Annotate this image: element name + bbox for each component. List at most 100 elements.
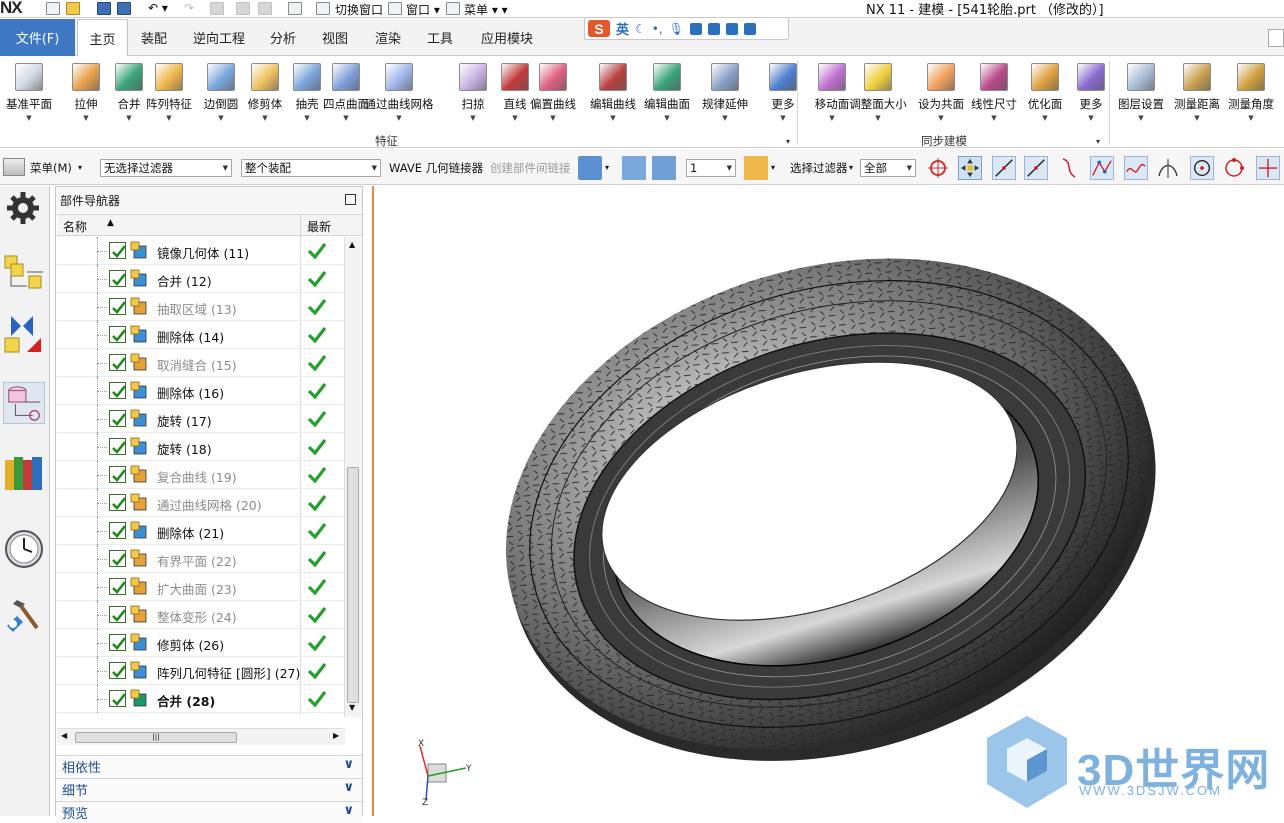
tire-model[interactable] — [374, 186, 1284, 816]
selection-filter-dropdown[interactable]: 选择过滤器 — [790, 160, 848, 176]
tangent-icon[interactable] — [1156, 156, 1180, 180]
chevron-down-icon[interactable]: ▼ — [218, 114, 223, 122]
ribbon-button-edit-surface[interactable]: 编辑曲面 ▼ — [637, 59, 697, 122]
scope-select[interactable]: 整个装配 ▼ — [241, 159, 381, 177]
ribbon-button-through-curve-mesh[interactable]: 通过曲线网格 ▼ — [365, 59, 434, 122]
tree-row[interactable]: 阵列几何特征 [圆形] (27) — [57, 657, 345, 685]
chevron-down-icon[interactable]: ▼ — [938, 114, 943, 122]
ribbon-button-offset-curve[interactable]: 偏置曲线 ▼ — [523, 59, 583, 122]
chevron-down-icon[interactable]: ▾ — [771, 163, 775, 172]
ribbon-button-pattern-feature[interactable]: 阵列特征 ▼ — [139, 59, 199, 122]
ribbon-button-datum-plane[interactable]: 基准平面 ▼ — [0, 59, 59, 122]
tree-row[interactable]: 整体变形 (24) — [57, 601, 345, 629]
chevron-down-icon[interactable]: ▼ — [343, 114, 348, 122]
visibility-checkbox[interactable] — [109, 634, 127, 651]
tree-row[interactable]: 取消缝合 (15) — [57, 349, 345, 377]
menu-dropdown[interactable]: 菜单 ▾ ▾ — [464, 1, 508, 18]
moon-icon[interactable]: ☾ — [635, 22, 646, 36]
visibility-checkbox[interactable] — [109, 354, 127, 371]
column-divider[interactable] — [300, 215, 301, 237]
chevron-down-icon[interactable]: ▼ — [262, 114, 267, 122]
count-select[interactable]: 1 ▼ — [686, 159, 736, 177]
select-all-icon[interactable] — [958, 156, 982, 180]
chevron-down-icon[interactable]: ▼ — [664, 114, 669, 122]
ribbon-button-edit-curve[interactable]: 编辑曲线 ▼ — [583, 59, 643, 122]
ribbon-button-four-point-surface[interactable]: 四点曲面 ▼ — [316, 59, 376, 122]
chevron-down-icon[interactable]: ▼ — [1138, 114, 1143, 122]
switch-window-label[interactable]: 切换窗口 — [335, 1, 383, 18]
tree-row[interactable]: 抽取区域 (13) — [57, 293, 345, 321]
chevron-down-icon[interactable]: ▼ — [1194, 114, 1199, 122]
paste-icon[interactable] — [258, 2, 272, 15]
chevron-down-icon[interactable]: ▼ — [1248, 114, 1253, 122]
tree-row[interactable]: 合并 (12) — [57, 265, 345, 293]
chevron-down-icon[interactable]: ▼ — [26, 114, 31, 122]
visibility-checkbox[interactable] — [109, 578, 127, 595]
new-file-icon[interactable] — [46, 2, 60, 15]
visibility-checkbox[interactable] — [109, 494, 127, 511]
ime-mode-label[interactable]: 英 — [616, 19, 629, 38]
tree-row[interactable]: 修剪体 (26) — [57, 629, 345, 657]
tree-row[interactable]: 旋转 (17) — [57, 405, 345, 433]
visibility-checkbox[interactable] — [109, 242, 127, 259]
tab-analysis[interactable]: 分析 — [260, 19, 306, 56]
quadrant-point-icon[interactable] — [1222, 156, 1246, 180]
tree-row[interactable]: 通过曲线网格 (20) — [57, 489, 345, 517]
reuse-library-icon[interactable] — [3, 452, 45, 494]
ribbon-button-make-coplanar[interactable]: 设为共面 ▼ — [911, 59, 971, 122]
switch-window-icon[interactable] — [316, 2, 330, 15]
tree-row[interactable]: 扩大曲面 (23) — [57, 573, 345, 601]
undo-icon[interactable]: ↶ ▾ — [148, 1, 168, 15]
line-snap-icon[interactable] — [992, 156, 1016, 180]
spline-point-icon[interactable] — [1124, 156, 1148, 180]
visibility-checkbox[interactable] — [109, 606, 127, 623]
window-icon[interactable] — [388, 2, 402, 15]
visibility-checkbox[interactable] — [109, 438, 127, 455]
microphone-icon[interactable]: 🎙 — [669, 22, 684, 36]
scroll-left-icon[interactable]: ◀ — [61, 731, 67, 740]
chevron-down-icon[interactable]: ▼ — [829, 114, 834, 122]
shirt-icon[interactable] — [725, 22, 738, 35]
tree-row[interactable]: 旋转 (18) — [57, 433, 345, 461]
chevron-down-icon[interactable]: ▼ — [875, 114, 880, 122]
chevron-down-icon[interactable]: ▼ — [780, 114, 785, 122]
wave-linker-button[interactable]: WAVE 几何链接器 — [389, 160, 483, 176]
visibility-checkbox[interactable] — [109, 270, 127, 287]
chevron-down-icon[interactable]: ▼ — [166, 114, 171, 122]
chevron-down-icon[interactable]: ▼ — [396, 114, 401, 122]
tree-row[interactable]: 删除体 (14) — [57, 321, 345, 349]
chevron-down-icon[interactable]: ▼ — [1042, 114, 1047, 122]
ribbon-button-measure-angle[interactable]: 测量角度 ▼ — [1221, 59, 1281, 122]
ribbon-button-measure-distance[interactable]: 测量距离 ▼ — [1167, 59, 1227, 122]
visibility-checkbox[interactable] — [109, 466, 127, 483]
file-tab[interactable]: 文件(F) — [0, 19, 75, 56]
tree-row[interactable]: 删除体 (16) — [57, 377, 345, 405]
redo-icon[interactable]: ↷ — [184, 1, 194, 15]
keyboard-icon[interactable] — [689, 22, 702, 35]
curve-point-icon[interactable] — [1058, 156, 1082, 180]
ribbon-button-resize-face[interactable]: 调整面大小 ▼ — [848, 59, 908, 122]
menu-icon[interactable] — [446, 2, 460, 15]
horizontal-scroll-thumb[interactable]: ||| — [75, 732, 237, 743]
graphics-window[interactable]: X Y Z 3D世界网 WWW.3DSJW.COM — [372, 186, 1284, 816]
scroll-up-icon[interactable]: ▲ — [349, 240, 355, 249]
chevron-down-icon[interactable]: ▼ — [722, 114, 727, 122]
tab-tools[interactable]: 工具 — [417, 19, 463, 56]
tab-reverse-engineering[interactable]: 逆向工程 — [186, 19, 252, 56]
dependencies-panel[interactable]: 相依性 ∨ — [56, 755, 362, 777]
ime-toolbar[interactable]: S 英 ☾ •, 🎙 — [584, 17, 789, 40]
visibility-checkbox[interactable] — [109, 298, 127, 315]
scroll-down-icon[interactable]: ▼ — [349, 703, 355, 712]
arc-center-icon[interactable] — [1190, 156, 1214, 180]
tree-row[interactable]: 删除体 (21) — [57, 517, 345, 545]
assembly-view-icon[interactable] — [652, 156, 676, 180]
assembly-navigator-icon[interactable] — [3, 250, 45, 292]
details-panel[interactable]: 细节 ∨ — [56, 778, 362, 800]
chevron-down-icon[interactable]: ▼ — [83, 114, 88, 122]
chevron-down-icon[interactable]: ▼ — [126, 114, 131, 122]
tree-row[interactable]: 有界平面 (22) — [57, 545, 345, 573]
chevron-down-icon[interactable]: ▼ — [610, 114, 615, 122]
window-menu[interactable]: 窗口 ▾ — [406, 1, 440, 18]
tree-row[interactable]: 复合曲线 (19) — [57, 461, 345, 489]
visibility-checkbox[interactable] — [109, 382, 127, 399]
